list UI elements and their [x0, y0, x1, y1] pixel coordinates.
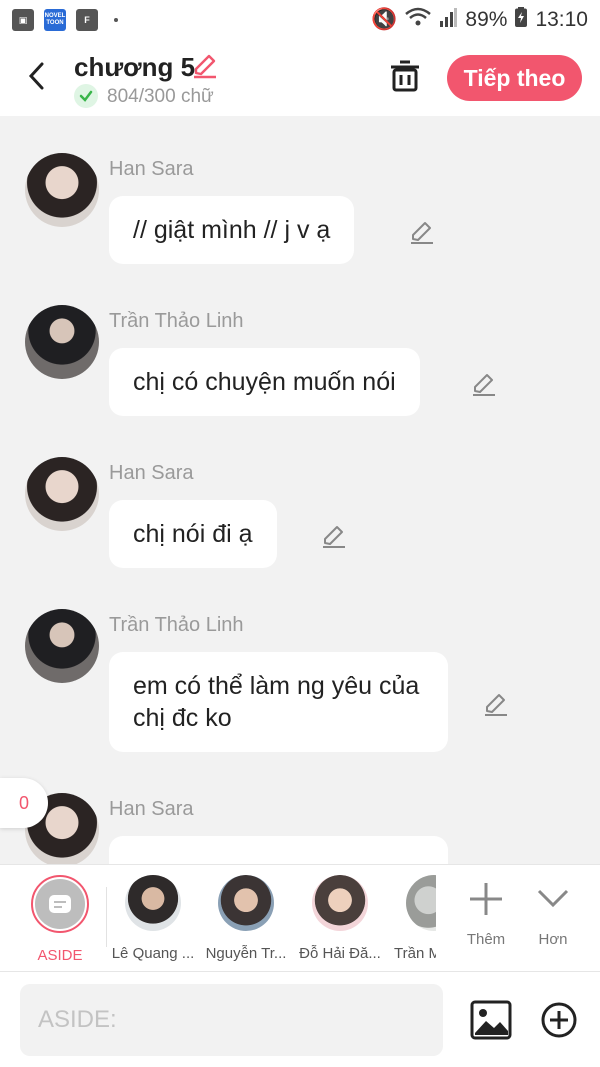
insert-image-button[interactable] — [470, 1000, 512, 1040]
gallery-notification-icon: ▣ — [12, 9, 34, 31]
image-icon — [470, 1000, 512, 1040]
chat-area[interactable]: Han Sara // giật mình // j v ạ Trần Thảo… — [0, 116, 600, 864]
avatar — [218, 875, 274, 931]
character-aside[interactable]: ASIDE — [14, 875, 106, 964]
message-input[interactable] — [20, 984, 443, 1056]
character-label: Lê Quang ... — [111, 945, 195, 962]
more-characters-button[interactable]: Hơn — [523, 877, 583, 948]
add-label: Thêm — [466, 931, 506, 948]
editor-header: chương 5 804/300 chữ Tiếp theo — [0, 40, 600, 116]
edit-message-icon[interactable] — [482, 690, 510, 718]
message-bubble[interactable]: chị nói đi ạ — [109, 500, 277, 568]
character-name: Han Sara — [109, 158, 194, 180]
character-name: Han Sara — [109, 798, 194, 820]
next-button[interactable]: Tiếp theo — [447, 55, 582, 101]
wifi-icon — [405, 7, 432, 33]
flipboard-notification-icon: F — [76, 9, 98, 31]
trash-icon — [391, 60, 419, 92]
back-button[interactable] — [22, 58, 52, 94]
plus-icon — [470, 883, 502, 915]
comment-icon — [49, 895, 71, 913]
avatar[interactable] — [25, 609, 99, 683]
chapter-title[interactable]: chương 5 — [74, 52, 195, 83]
message-bubble[interactable] — [109, 836, 448, 864]
edit-message-icon[interactable] — [320, 522, 348, 550]
character-name: Trần Thảo Linh — [109, 310, 244, 332]
avatar — [125, 875, 181, 931]
character-selector: ASIDE Lê Quang ... Nguyễn Tr... Đỗ Hải Đ… — [0, 864, 600, 971]
pencil-icon — [194, 54, 216, 79]
word-count: 804/300 chữ — [107, 86, 214, 107]
avatar — [406, 875, 436, 931]
composer-bar — [0, 971, 600, 1067]
battery-percent: 89% — [465, 8, 508, 31]
avatar — [312, 875, 368, 931]
add-character-button[interactable]: Thêm — [456, 877, 516, 948]
character-name: Trần Thảo Linh — [109, 614, 244, 636]
avatar[interactable] — [25, 153, 99, 227]
plus-circle-icon — [541, 1002, 577, 1038]
character-option[interactable]: Nguyễn Tr... — [200, 875, 292, 962]
character-label: Trần M — [394, 945, 436, 962]
chevron-down-icon — [537, 889, 569, 908]
character-name: Han Sara — [109, 462, 194, 484]
back-arrow-icon — [28, 62, 44, 90]
aside-avatar — [31, 875, 89, 933]
check-icon — [74, 84, 98, 108]
more-notifications-dot — [114, 18, 118, 22]
signal-icon — [439, 7, 458, 33]
character-option[interactable]: Lê Quang ... — [107, 875, 199, 962]
more-label: Hơn — [538, 931, 568, 948]
message-bubble[interactable]: em có thể làm ng yêu của chị đc ko — [109, 652, 448, 752]
add-content-button[interactable] — [540, 1001, 578, 1039]
avatar[interactable] — [25, 457, 99, 531]
avatar[interactable] — [25, 305, 99, 379]
character-label: ASIDE — [37, 947, 83, 964]
character-option[interactable]: Đỗ Hải Đă... — [294, 875, 386, 962]
edit-message-icon[interactable] — [470, 370, 498, 398]
clock: 13:10 — [535, 8, 588, 31]
edit-message-icon[interactable] — [408, 218, 436, 246]
character-label: Đỗ Hải Đă... — [299, 945, 381, 962]
message-bubble[interactable]: chị có chuyện muốn nói — [109, 348, 420, 416]
edit-title-button[interactable] — [190, 50, 220, 80]
message-bubble[interactable]: // giật mình // j v ạ — [109, 196, 355, 264]
delete-button[interactable] — [388, 58, 422, 94]
mute-icon: 🔇 — [371, 8, 398, 31]
unread-count-badge[interactable]: 0 — [0, 778, 48, 828]
novel-toon-notification-icon: NOVEL TOON — [44, 9, 66, 31]
character-label: Nguyễn Tr... — [205, 945, 287, 962]
character-option[interactable]: Trần M — [386, 875, 436, 962]
status-bar: ▣ NOVEL TOON F 🔇 89% 13:10 — [0, 0, 600, 40]
battery-icon — [515, 7, 528, 33]
